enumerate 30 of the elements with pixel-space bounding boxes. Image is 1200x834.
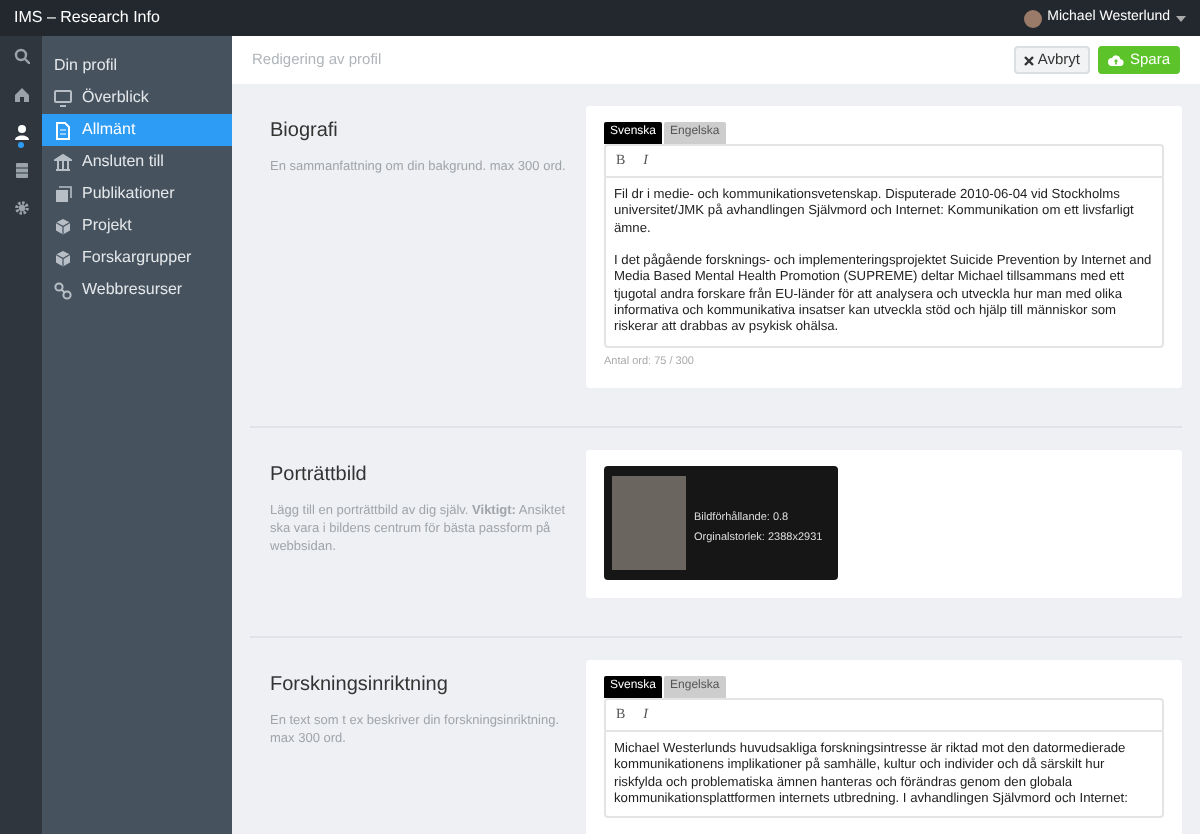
home-icon[interactable] [13, 86, 29, 102]
section-title: Forskningsinriktning [270, 671, 450, 700]
nav-item[interactable]: Webbresurser [42, 274, 232, 306]
text-editor[interactable] [604, 144, 1164, 348]
text-editor[interactable] [604, 697, 1164, 819]
section-title: Biografi [270, 118, 340, 146]
document-icon [54, 121, 72, 139]
books-icon [54, 185, 72, 203]
nav-heading: Din profil [52, 54, 120, 78]
nav-item[interactable]: Projekt [42, 210, 232, 242]
app-title: IMS – Research Info [14, 6, 160, 30]
section-title: Porträttbild [270, 461, 369, 490]
gear-icon[interactable] [13, 200, 29, 216]
monitor-icon [54, 89, 72, 107]
cloud-upload-icon [1107, 54, 1124, 66]
link-icon [54, 281, 72, 299]
cube-icon [54, 217, 72, 235]
nav-item[interactable]: Forskargrupper [42, 242, 232, 274]
building-icon [54, 153, 72, 171]
avatar-icon [1023, 9, 1042, 27]
nav-item[interactable]: Ansluten till [42, 146, 232, 178]
book-icon[interactable] [13, 162, 29, 178]
user-icon[interactable] [13, 124, 29, 140]
close-icon [1023, 55, 1034, 65]
cube-icon [54, 249, 72, 267]
caret-icon[interactable] [1176, 15, 1186, 21]
nav-item[interactable]: Överblick [42, 82, 232, 114]
photo-placeholder [612, 475, 686, 570]
nav-item[interactable]: Publikationer [42, 178, 232, 210]
search-icon[interactable] [13, 48, 29, 64]
